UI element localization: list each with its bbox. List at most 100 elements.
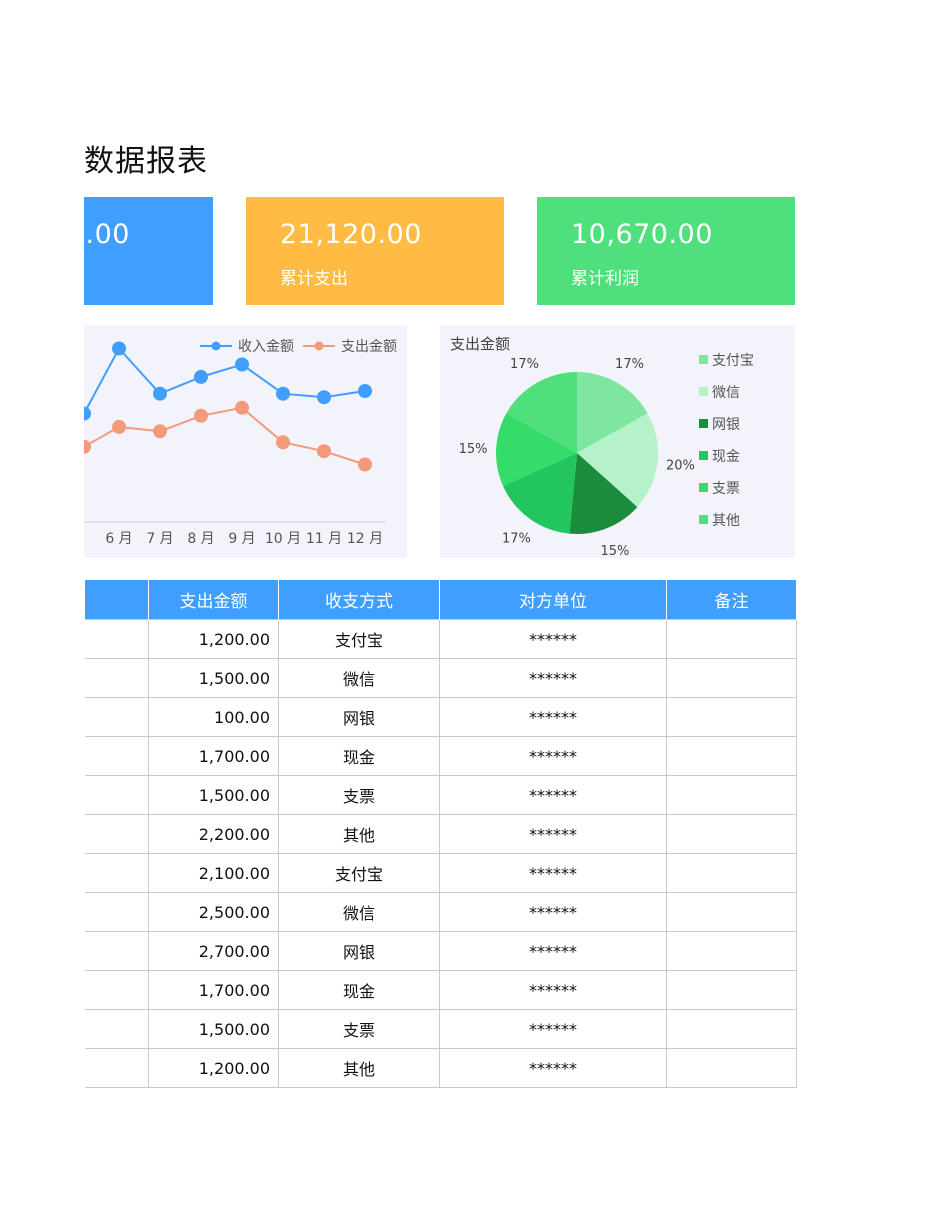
x-tick-label: 12 月 bbox=[347, 531, 383, 547]
page-title: 数据报表 bbox=[84, 144, 208, 179]
cell-method[interactable]: 网银 bbox=[278, 697, 440, 737]
data-point-income bbox=[317, 390, 331, 405]
cell-counterparty[interactable]: ****** bbox=[439, 1048, 667, 1088]
cell-counterparty[interactable]: ****** bbox=[439, 775, 667, 815]
table-row: 1,200.00 其他 ****** bbox=[84, 1048, 797, 1088]
cell-remark[interactable] bbox=[666, 853, 797, 893]
expense-value: 21,120.00 bbox=[280, 219, 422, 250]
cell-expense[interactable]: 2,500.00 bbox=[148, 892, 279, 932]
cell-expense[interactable]: 2,700.00 bbox=[148, 931, 279, 971]
cell-hidden[interactable] bbox=[84, 1048, 149, 1088]
pie-percent-label: 15% bbox=[459, 442, 488, 457]
cell-method[interactable]: 其他 bbox=[278, 814, 440, 854]
cell-remark[interactable] bbox=[666, 892, 797, 932]
cell-hidden[interactable] bbox=[84, 697, 149, 737]
table-header-row: 支出金额 收支方式 对方单位 备注 bbox=[84, 580, 797, 620]
cell-expense[interactable]: 1,700.00 bbox=[148, 970, 279, 1010]
legend-marker-income bbox=[211, 341, 221, 351]
cell-counterparty[interactable]: ****** bbox=[439, 697, 667, 737]
cell-counterparty[interactable]: ****** bbox=[439, 931, 667, 971]
cell-expense[interactable]: 2,100.00 bbox=[148, 853, 279, 893]
x-tick-label: 9 月 bbox=[228, 531, 255, 547]
cell-expense[interactable]: 1,500.00 bbox=[148, 1009, 279, 1049]
cell-remark[interactable] bbox=[666, 619, 797, 659]
cell-method[interactable]: 支付宝 bbox=[278, 619, 440, 659]
col-header-method: 收支方式 bbox=[278, 580, 440, 620]
col-header-remark: 备注 bbox=[666, 580, 797, 620]
profit-value: 10,670.00 bbox=[571, 219, 713, 250]
cell-remark[interactable] bbox=[666, 736, 797, 776]
cell-remark[interactable] bbox=[666, 658, 797, 698]
cell-expense[interactable]: 2,200.00 bbox=[148, 814, 279, 854]
data-point-expense bbox=[153, 424, 167, 439]
legend-swatch bbox=[699, 451, 708, 460]
cell-hidden[interactable] bbox=[84, 736, 149, 776]
x-tick-label: 11 月 bbox=[306, 531, 342, 547]
data-point-expense bbox=[77, 439, 91, 454]
legend-swatch bbox=[699, 355, 708, 364]
cell-method[interactable]: 支票 bbox=[278, 1009, 440, 1049]
table-row: 1,200.00 支付宝 ****** bbox=[84, 619, 797, 659]
data-point-income bbox=[194, 369, 208, 384]
cell-hidden[interactable] bbox=[84, 931, 149, 971]
legend-swatch bbox=[699, 483, 708, 492]
cell-method[interactable]: 微信 bbox=[278, 658, 440, 698]
table-row: 1,500.00 支票 ****** bbox=[84, 775, 797, 815]
cell-expense[interactable]: 1,200.00 bbox=[148, 619, 279, 659]
pie-percent-label: 17% bbox=[502, 532, 531, 547]
cell-expense[interactable]: 1,500.00 bbox=[148, 658, 279, 698]
table-row: 2,500.00 微信 ****** bbox=[84, 892, 797, 932]
pie-legend-label: 支付宝 bbox=[712, 353, 754, 369]
pie-legend-label: 现金 bbox=[712, 449, 740, 465]
cell-hidden[interactable] bbox=[84, 892, 149, 932]
pie-legend-label: 网银 bbox=[712, 417, 740, 433]
table-row: 2,700.00 网银 ****** bbox=[84, 931, 797, 971]
cell-remark[interactable] bbox=[666, 1009, 797, 1049]
cell-expense[interactable]: 1,500.00 bbox=[148, 775, 279, 815]
cell-remark[interactable] bbox=[666, 814, 797, 854]
cell-counterparty[interactable]: ****** bbox=[439, 853, 667, 893]
cell-hidden[interactable] bbox=[84, 853, 149, 893]
cell-hidden[interactable] bbox=[84, 775, 149, 815]
cell-expense[interactable]: 1,700.00 bbox=[148, 736, 279, 776]
pie-chart: 支出金额17%20%15%17%15%17% 支付宝微信网银现金支票其他 bbox=[450, 335, 754, 559]
x-tick-label: 6 月 bbox=[105, 531, 132, 547]
cell-method[interactable]: 网银 bbox=[278, 931, 440, 971]
cell-remark[interactable] bbox=[666, 1048, 797, 1088]
cell-remark[interactable] bbox=[666, 931, 797, 971]
data-point-income bbox=[235, 357, 249, 372]
line-chart: 月6 月7 月8 月9 月10 月11 月12 月收入金额支出金额 bbox=[70, 339, 397, 547]
cell-hidden[interactable] bbox=[84, 814, 149, 854]
cell-hidden[interactable] bbox=[84, 619, 149, 659]
cell-method[interactable]: 支付宝 bbox=[278, 853, 440, 893]
cell-counterparty[interactable]: ****** bbox=[439, 970, 667, 1010]
cell-counterparty[interactable]: ****** bbox=[439, 736, 667, 776]
pie-percent-label: 17% bbox=[615, 357, 644, 372]
cell-expense[interactable]: 1,200.00 bbox=[148, 1048, 279, 1088]
cell-counterparty[interactable]: ****** bbox=[439, 619, 667, 659]
cell-remark[interactable] bbox=[666, 697, 797, 737]
cell-method[interactable]: 现金 bbox=[278, 736, 440, 776]
cell-counterparty[interactable]: ****** bbox=[439, 892, 667, 932]
cell-remark[interactable] bbox=[666, 970, 797, 1010]
cell-method[interactable]: 微信 bbox=[278, 892, 440, 932]
col-header-counterparty: 对方单位 bbox=[439, 580, 667, 620]
cell-hidden[interactable] bbox=[84, 970, 149, 1010]
data-point-income bbox=[358, 384, 372, 398]
cell-method[interactable]: 支票 bbox=[278, 775, 440, 815]
legend-label-expense: 支出金额 bbox=[341, 339, 397, 355]
cell-counterparty[interactable]: ****** bbox=[439, 1009, 667, 1049]
pie-title: 支出金额 bbox=[450, 335, 510, 353]
cell-expense[interactable]: 100.00 bbox=[148, 697, 279, 737]
table-row: 1,500.00 支票 ****** bbox=[84, 1009, 797, 1049]
cell-counterparty[interactable]: ****** bbox=[439, 814, 667, 854]
data-point-expense bbox=[358, 457, 372, 472]
cell-hidden[interactable] bbox=[84, 658, 149, 698]
cell-method[interactable]: 其他 bbox=[278, 1048, 440, 1088]
expense-card: 21,120.00 累计支出 bbox=[246, 197, 504, 305]
cell-counterparty[interactable]: ****** bbox=[439, 658, 667, 698]
cell-method[interactable]: 现金 bbox=[278, 970, 440, 1010]
cell-hidden[interactable] bbox=[84, 1009, 149, 1049]
cell-remark[interactable] bbox=[666, 775, 797, 815]
data-point-expense bbox=[112, 419, 126, 434]
